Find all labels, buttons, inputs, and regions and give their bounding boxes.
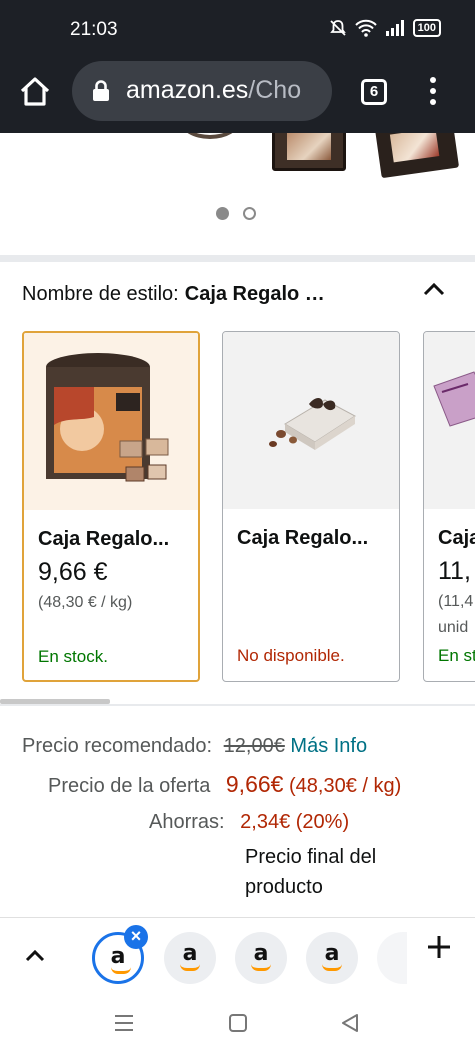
url-text: amazon.es/Cho (126, 76, 301, 105)
status-icons: 100 (329, 19, 441, 37)
close-tab-icon[interactable]: × (124, 925, 148, 949)
gift-tin-image (46, 353, 169, 482)
home-icon[interactable] (18, 75, 52, 109)
status-bar: 21:03 100 (0, 0, 475, 60)
final-price-note: producto (245, 876, 323, 899)
battery-icon: 100 (412, 19, 441, 37)
style-option-image (223, 332, 399, 509)
final-price-note-line: Precio final del (245, 846, 377, 868)
recommended-price-label: Precio recomendado: (22, 735, 213, 757)
style-option-title: Caja (438, 527, 475, 549)
home-nav-icon[interactable] (228, 1013, 248, 1033)
gift-box-image (433, 371, 475, 427)
product-image-carousel[interactable] (0, 133, 475, 255)
tab-strip: a a a a (0, 917, 475, 991)
section-divider (0, 255, 475, 262)
style-option[interactable]: Caja Regalo... No disponible. (222, 331, 400, 682)
style-option-title: Caja Regalo... (38, 528, 170, 550)
recommended-price-value: 12,00€ (223, 735, 285, 757)
tabs-icon[interactable]: 6 (361, 79, 387, 105)
offer-price-unit: (48,30€ / kg) (289, 775, 402, 797)
status-time: 21:03 (70, 19, 118, 40)
menu-icon[interactable] (426, 74, 440, 110)
tab-favicon[interactable]: a (164, 932, 216, 984)
add-tab-icon[interactable] (425, 933, 453, 961)
recommended-price-row: Precio recomendado: 12,00€ Más Info (22, 735, 367, 758)
signal-icon (385, 20, 404, 36)
style-option-stock: En stock. (38, 647, 108, 666)
style-swatch-list: Caja Regalo... 9,66 € (48,30 € / kg) En … (0, 331, 475, 683)
final-price-note: Precio final del (245, 846, 376, 869)
style-option-image (424, 332, 475, 509)
url-domain: amazon.es (126, 76, 249, 104)
recent-apps-icon[interactable] (113, 1013, 135, 1033)
chevron-up-icon[interactable] (22, 943, 48, 969)
tab-favicon[interactable]: a (306, 932, 358, 984)
offer-price-value: 9,66€ (225, 771, 284, 797)
style-option-stock: No disponible. (237, 646, 345, 665)
section-divider (0, 704, 475, 706)
url-bar[interactable]: amazon.es/Cho (72, 61, 332, 121)
system-nav-bar (0, 991, 475, 1056)
style-selector-header[interactable]: Nombre de estilo: Caja Regalo … (22, 283, 325, 306)
browser-toolbar: amazon.es/Cho 6 (0, 60, 475, 133)
more-info-link[interactable]: Más Info (290, 735, 367, 757)
style-option-price: 11, (438, 557, 471, 585)
style-option[interactable]: Caja 11, (11,4 unid En st (423, 331, 475, 682)
savings-row: Ahorras: 2,34€ (20%) (149, 811, 349, 834)
savings-label: Ahorras: (149, 811, 225, 833)
savings-value: 2,34€ (20%) (240, 811, 350, 833)
tab-favicon[interactable] (377, 932, 407, 984)
tab-favicon[interactable]: a (235, 932, 287, 984)
style-option-unit-price: (11,4 (438, 593, 474, 610)
product-image-fragment (374, 133, 460, 179)
carousel-dots (216, 207, 256, 220)
product-image-fragment (272, 133, 346, 171)
style-option-stock: En st (438, 646, 475, 665)
offer-price-row: Precio de la oferta 9,66€ (48,30€ / kg) (48, 771, 401, 798)
mute-icon (329, 20, 346, 36)
style-label: Nombre de estilo: (22, 283, 179, 305)
chevron-up-icon[interactable] (420, 276, 448, 304)
style-option-title: Caja Regalo... (237, 527, 369, 549)
wifi-icon (354, 19, 377, 37)
offer-price-label: Precio de la oferta (48, 775, 211, 797)
carousel-dot[interactable] (216, 207, 229, 220)
carousel-dot[interactable] (243, 207, 256, 220)
back-icon[interactable] (340, 1013, 360, 1033)
style-option-unit-price: unid (438, 619, 469, 636)
style-option-image (24, 333, 198, 510)
style-option-price: 9,66 € (38, 558, 108, 586)
style-value: Caja Regalo … (184, 283, 325, 305)
final-price-note-line: producto (245, 876, 323, 898)
style-option-unit-price: (48,30 € / kg) (38, 594, 133, 611)
style-option[interactable]: Caja Regalo... 9,66 € (48,30 € / kg) En … (22, 331, 200, 682)
lock-icon (93, 80, 109, 101)
url-path: /Cho (248, 76, 302, 104)
gift-box-image (269, 398, 356, 450)
product-image-fragment (180, 133, 240, 139)
